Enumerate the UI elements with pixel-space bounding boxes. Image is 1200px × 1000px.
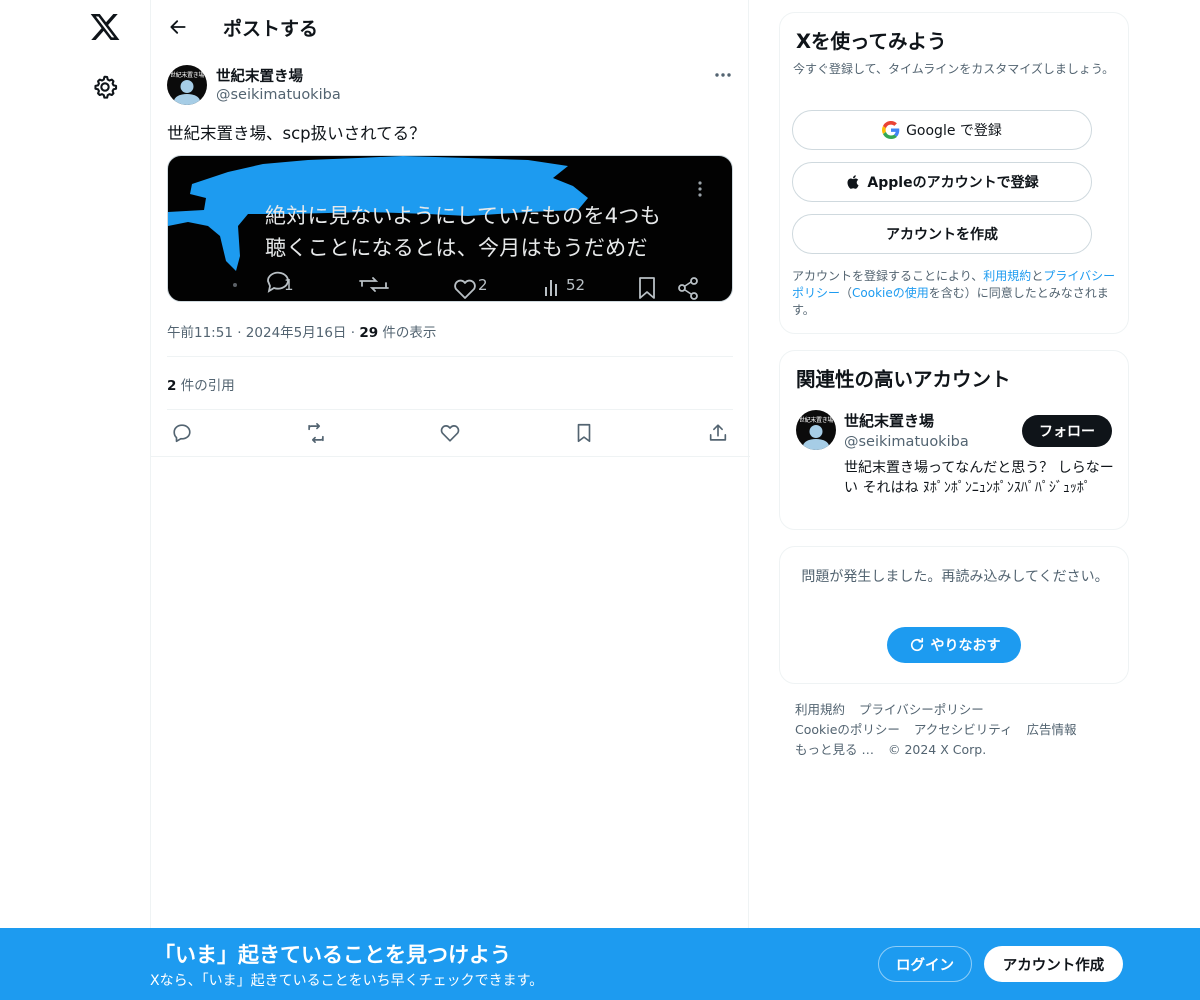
bottom-bar-title: 「いま」起きていることを見つけよう xyxy=(154,943,511,967)
error-card: 問題が発生しました。再読み込みしてください。 やりなおす xyxy=(779,546,1129,684)
post-text: 世紀末置き場、scp扱いされてる？ xyxy=(167,124,426,143)
terms-link[interactable]: 利用規約 xyxy=(983,269,1031,283)
media-reply-count: 1 xyxy=(284,276,294,294)
post-time[interactable]: 午前11:51 xyxy=(167,325,233,341)
footer-ads-link[interactable]: 広告情報 xyxy=(1027,722,1077,737)
related-accounts-card: 関連性の高いアカウント 世紀末置き場 世紀末置き場 @seikimatuokib… xyxy=(779,350,1129,530)
footer-links: 利用規約 プライバシーポリシー Cookieのポリシー アクセシビリティ 広告情… xyxy=(795,700,1115,760)
related-account-name[interactable]: 世紀末置き場 xyxy=(844,410,934,431)
gear-icon[interactable] xyxy=(92,74,118,100)
login-button[interactable]: ログイン xyxy=(878,946,972,982)
footer-cookie-link[interactable]: Cookieのポリシー xyxy=(795,722,900,737)
refresh-icon xyxy=(908,636,926,654)
media-like-count: 2 xyxy=(478,276,488,294)
signup-description: 今すぐ登録して、タイムラインをカスタマイズしましょう。 xyxy=(793,62,1115,76)
x-logo-icon[interactable] xyxy=(89,11,121,43)
footer-privacy-link[interactable]: プライバシーポリシー xyxy=(859,702,984,717)
signup-card: Xを使ってみよう 今すぐ登録して、タイムラインをカスタマイズしましょう。 Goo… xyxy=(779,12,1129,334)
terms-text: アカウントを登録することにより、利用規約とプライバシーポリシー（Cookieの使… xyxy=(792,269,1116,317)
google-signup-button[interactable]: Google で登録 xyxy=(792,110,1092,150)
avatar[interactable]: 世紀末置き場 xyxy=(167,65,207,105)
bookmark-icon[interactable] xyxy=(572,421,596,445)
apple-signup-button[interactable]: Appleのアカウントで登録 xyxy=(792,162,1092,202)
post-meta: 午前11:51 · 2024年5月16日 · 29 件の表示 xyxy=(167,325,437,341)
avatar-label: 世紀末置き場 xyxy=(169,72,205,79)
main-column: ポストする 世紀末置き場 世紀末置き場 @seikimatuokiba 世紀末置… xyxy=(150,0,750,928)
author-handle[interactable]: @seikimatuokiba xyxy=(216,87,341,103)
divider xyxy=(151,456,750,457)
reply-icon[interactable] xyxy=(170,421,194,445)
avatar-label: 世紀末置き場 xyxy=(798,417,834,424)
author-name[interactable]: 世紀末置き場 xyxy=(216,65,303,86)
apple-icon xyxy=(845,173,861,191)
related-card-title: 関連性の高いアカウント xyxy=(796,368,1011,391)
quotes-link[interactable]: 2 件の引用 xyxy=(167,374,235,394)
apple-signup-label: Appleのアカウントで登録 xyxy=(867,175,1039,191)
share-icon[interactable] xyxy=(706,421,730,445)
more-icon[interactable] xyxy=(711,66,735,84)
divider xyxy=(167,409,733,410)
left-nav xyxy=(0,0,150,1000)
footer-accessibility-link[interactable]: アクセシビリティ xyxy=(914,722,1013,737)
google-icon xyxy=(882,121,900,139)
page-title: ポストする xyxy=(223,18,319,40)
follow-button[interactable]: フォロー xyxy=(1022,415,1112,447)
create-account-button[interactable]: アカウントを作成 xyxy=(792,214,1092,254)
media-view-count: 52 xyxy=(566,276,586,294)
like-icon[interactable] xyxy=(438,421,462,445)
retry-button[interactable]: やりなおす xyxy=(887,627,1021,663)
google-signup-label: Google で登録 xyxy=(906,123,1002,139)
media-text-line-1: 絶対に見ないようにしていたものを4つも xyxy=(265,204,662,228)
related-account-handle[interactable]: @seikimatuokiba xyxy=(844,434,969,450)
repost-icon[interactable] xyxy=(304,421,328,445)
bottom-bar-subtitle: Xなら、「いま」起きていることをいち早くチェックできます。 xyxy=(150,973,544,989)
error-message: 問題が発生しました。再読み込みしてください。 xyxy=(801,569,1109,585)
view-label: 件の表示 xyxy=(378,325,437,341)
quote-label: 件の引用 xyxy=(176,378,235,394)
back-arrow-icon[interactable] xyxy=(165,14,191,40)
avatar[interactable]: 世紀末置き場 xyxy=(796,410,836,450)
cookie-link[interactable]: Cookieの使用 xyxy=(852,286,929,300)
copyright: © 2024 X Corp. xyxy=(887,742,987,757)
retry-label: やりなおす xyxy=(930,638,1001,654)
related-account-bio: 世紀末置き場ってなんだと思う？ しらなーい それはね ﾇﾎﾟﾝﾎﾟﾝﾆｭﾝﾎﾟﾝ… xyxy=(844,460,1114,496)
footer-more-link[interactable]: もっと見る … xyxy=(795,742,874,757)
divider xyxy=(167,356,733,357)
post-date[interactable]: 2024年5月16日 xyxy=(246,325,347,341)
post-media-image[interactable]: 絶対に見ないようにしていたものを4つも 聴くことになるとは、今月はもうだめだ 1… xyxy=(167,155,733,302)
media-text-line-2: 聴くことになるとは、今月はもうだめだ xyxy=(265,236,648,260)
signup-card-title: Xを使ってみよう xyxy=(796,30,947,53)
signup-button[interactable]: アカウント作成 xyxy=(984,946,1123,982)
quote-count: 2 xyxy=(167,378,177,394)
bottom-signup-bar: 「いま」起きていることを見つけよう Xなら、「いま」起きていることをいち早くチェ… xyxy=(0,928,1200,1000)
footer-terms-link[interactable]: 利用規約 xyxy=(795,702,845,717)
view-count: 29 xyxy=(359,325,379,341)
